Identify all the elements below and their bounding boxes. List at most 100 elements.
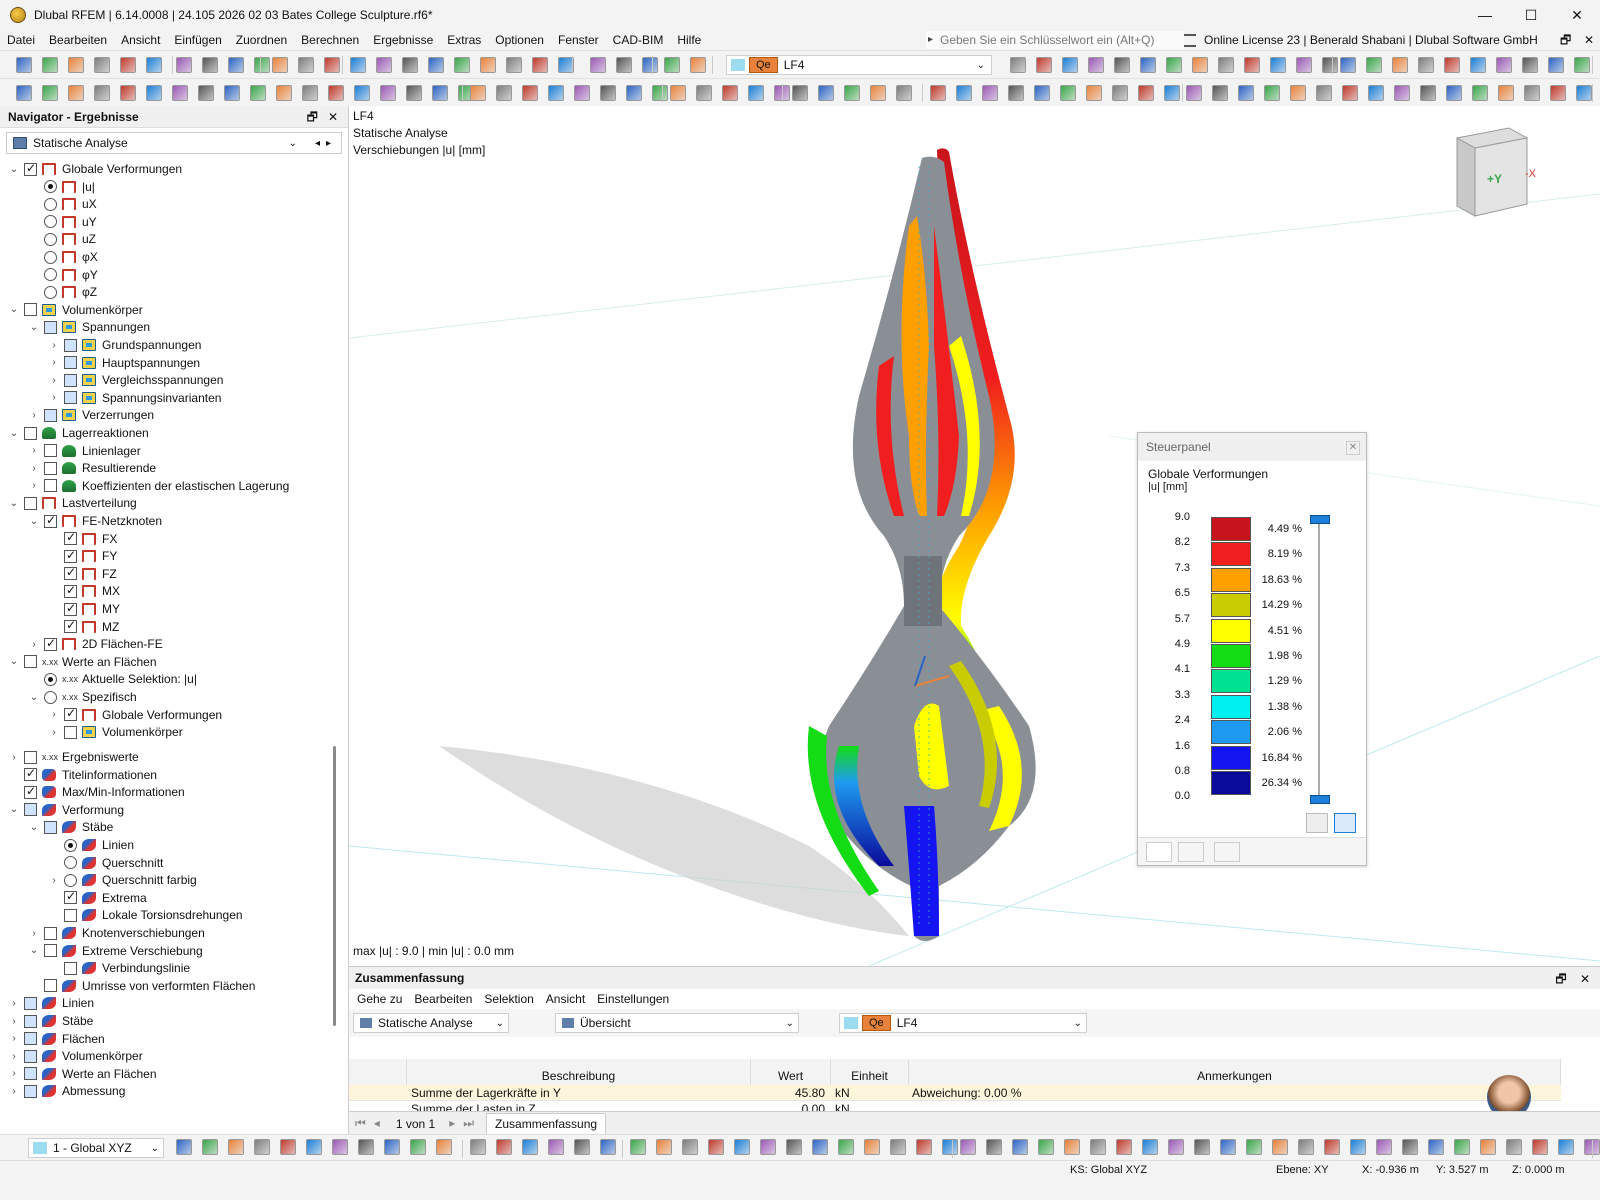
toolbar-tool-icon[interactable]: [734, 1139, 750, 1155]
toolbar-tool-icon[interactable]: [376, 57, 392, 73]
chevron-down-icon[interactable]: ⌄: [8, 656, 20, 667]
toolbar-tool-icon[interactable]: [1342, 85, 1358, 101]
checkbox[interactable]: [44, 636, 57, 651]
chevron-right-icon[interactable]: ›: [48, 357, 60, 368]
toolbar-tool-icon[interactable]: [1522, 57, 1538, 73]
toolbar-tool-icon[interactable]: [470, 1139, 486, 1155]
toolbar-tool-icon[interactable]: [432, 85, 448, 101]
checkbox[interactable]: [64, 961, 77, 975]
toolbar-tool-icon[interactable]: [254, 57, 270, 73]
checkbox[interactable]: [44, 461, 57, 475]
toolbar-tool-icon[interactable]: [1324, 1139, 1340, 1155]
toolbar-tool-icon[interactable]: [254, 1139, 270, 1155]
toolbar-tool-icon[interactable]: [522, 1139, 538, 1155]
toolbar-tool-icon[interactable]: [890, 1139, 906, 1155]
checkbox[interactable]: [64, 908, 77, 922]
tab-zusammenfassung[interactable]: Zusammenfassung: [486, 1112, 607, 1135]
tree-item[interactable]: › Flächen: [8, 1030, 104, 1048]
toolbar-tool-icon[interactable]: [402, 57, 418, 73]
menu-zuordnen[interactable]: Zuordnen: [229, 30, 294, 50]
toolbar-tool-icon[interactable]: [690, 57, 706, 73]
close-navigator-icon[interactable]: ✕: [328, 110, 338, 124]
slider-top-handle[interactable]: [1310, 515, 1330, 524]
tree-item[interactable]: Verbindungslinie: [48, 959, 190, 977]
checkbox[interactable]: [44, 479, 57, 493]
radio-button[interactable]: [64, 838, 77, 852]
toolbar-tool-icon[interactable]: [1470, 57, 1486, 73]
toolbar-tool-icon[interactable]: [844, 85, 860, 101]
toolbar-tool-icon[interactable]: [120, 57, 136, 73]
toolbar-tool-icon[interactable]: [172, 85, 188, 101]
toolbar-tool-icon[interactable]: [480, 57, 496, 73]
toolbar-tool-icon[interactable]: [1186, 85, 1202, 101]
toolbar-tool-icon[interactable]: [1244, 57, 1260, 73]
checkbox[interactable]: [64, 725, 77, 739]
pin-icon[interactable]: 🗗: [307, 110, 318, 124]
menu-selektion[interactable]: Selektion: [478, 992, 539, 1006]
menu-gehe-zu[interactable]: Gehe zu: [351, 992, 408, 1006]
menu-optionen[interactable]: Optionen: [488, 30, 551, 50]
chevron-down-icon[interactable]: ⌄: [28, 516, 40, 527]
toolbar-tool-icon[interactable]: [228, 57, 244, 73]
toolbar-tool-icon[interactable]: [380, 85, 396, 101]
tree-item[interactable]: Umrisse von verformten Flächen: [28, 977, 255, 995]
chevron-right-icon[interactable]: ›: [8, 1068, 20, 1079]
toolbar-tool-icon[interactable]: [1480, 1139, 1496, 1155]
menu-einfuegen[interactable]: Einfügen: [167, 30, 228, 50]
tree-item[interactable]: ⌄ Lastverteilung: [8, 494, 137, 512]
toolbar-tool-icon[interactable]: [332, 1139, 348, 1155]
toolbar-tool-icon[interactable]: [1574, 57, 1590, 73]
tree-item[interactable]: x.xx Aktuelle Selektion: |u|: [28, 670, 197, 688]
toolbar-tool-icon[interactable]: [298, 57, 314, 73]
tree-item[interactable]: › Spannungsinvarianten: [48, 389, 221, 407]
chevron-right-icon[interactable]: ›: [28, 410, 40, 421]
radio-button[interactable]: [64, 856, 77, 870]
checkbox[interactable]: [44, 320, 57, 334]
toolbar-tool-icon[interactable]: [1112, 85, 1128, 101]
chevron-right-icon[interactable]: ›: [8, 998, 20, 1009]
chevron-right-icon[interactable]: ›: [8, 1051, 20, 1062]
chevron-down-icon[interactable]: ⌄: [8, 498, 20, 509]
toolbar-tool-icon[interactable]: [250, 85, 266, 101]
checkbox[interactable]: [24, 1032, 37, 1046]
toolbar-tool-icon[interactable]: [1368, 85, 1384, 101]
tree-item[interactable]: ⌄ x.xx Spezifisch: [28, 688, 137, 706]
tab-color-scale-icon[interactable]: [1146, 842, 1172, 862]
toolbar-tool-icon[interactable]: [358, 1139, 374, 1155]
tree-item[interactable]: Lokale Torsionsdrehungen: [48, 906, 243, 924]
toolbar-tool-icon[interactable]: [760, 1139, 776, 1155]
toolbar-tool-icon[interactable]: [306, 1139, 322, 1155]
toolbar-tool-icon[interactable]: [986, 1139, 1002, 1155]
summary-view-select[interactable]: Übersicht ⌄: [555, 1013, 799, 1033]
toolbar-tool-icon[interactable]: [642, 57, 658, 73]
summary-analysis-select[interactable]: Statische Analyse ⌄: [353, 1013, 509, 1033]
tree-item[interactable]: |u|: [28, 178, 95, 196]
col-anmerkungen[interactable]: Anmerkungen: [909, 1059, 1561, 1085]
toolbar-tool-icon[interactable]: [1506, 1139, 1522, 1155]
tree-item[interactable]: uZ: [28, 230, 96, 248]
toolbar-tool-icon[interactable]: [1472, 85, 1488, 101]
radio-button[interactable]: [44, 268, 57, 282]
checkbox[interactable]: [44, 513, 57, 528]
tree-item[interactable]: Querschnitt: [48, 854, 163, 872]
prev-next-arrows[interactable]: ◂▸: [315, 138, 337, 149]
toolbar-tool-icon[interactable]: [16, 57, 32, 73]
tree-item[interactable]: ⌄ Verformung: [8, 801, 124, 819]
tree-item[interactable]: › Abmessung: [8, 1082, 125, 1100]
checkbox[interactable]: [24, 996, 37, 1010]
radio-button[interactable]: [44, 232, 57, 246]
toolbar-tool-icon[interactable]: [1090, 1139, 1106, 1155]
toolbar-tool-icon[interactable]: [522, 85, 538, 101]
checkbox[interactable]: [64, 373, 77, 387]
toolbar-tool-icon[interactable]: [1576, 85, 1592, 101]
minimize-button[interactable]: —: [1462, 0, 1508, 30]
chevron-right-icon[interactable]: ›: [48, 340, 60, 351]
toolbar-tool-icon[interactable]: [870, 85, 886, 101]
toolbar-tool-icon[interactable]: [1062, 57, 1078, 73]
tree-item[interactable]: MZ: [48, 618, 119, 636]
tree-item[interactable]: ⌄ Spannungen: [28, 318, 150, 336]
toolbar-tool-icon[interactable]: [1212, 85, 1228, 101]
chevron-right-icon[interactable]: ›: [28, 639, 40, 650]
toolbar-tool-icon[interactable]: [1142, 1139, 1158, 1155]
toolbar-tool-icon[interactable]: [202, 57, 218, 73]
